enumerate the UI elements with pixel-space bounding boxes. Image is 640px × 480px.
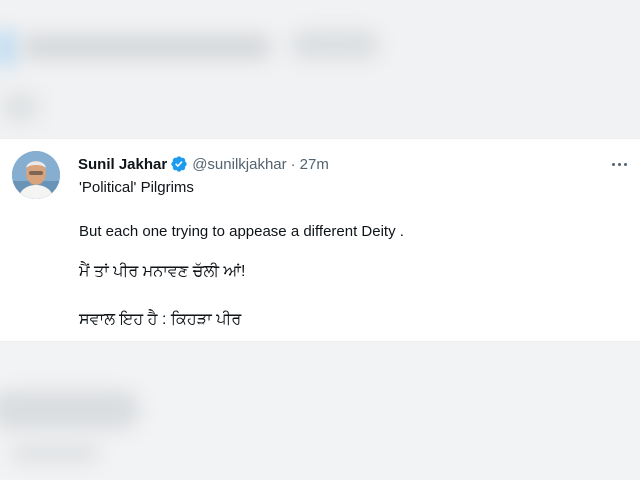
blurred-next-tweet	[0, 342, 640, 480]
author-name[interactable]: Sunil Jakhar	[78, 156, 167, 173]
tweet-header: Sunil Jakhar @sunilkjakhar · 27m	[78, 154, 329, 174]
more-horizontal-icon[interactable]	[608, 153, 630, 175]
tweet-timestamp[interactable]: 27m	[300, 156, 329, 173]
tweet-text-line-2: But each one trying to appease a differe…	[79, 223, 404, 240]
header-separator: ·	[290, 155, 296, 173]
screenshot-frame: Sunil Jakhar @sunilkjakhar · 27m 'Politi…	[0, 0, 640, 480]
tweet-text-line-4: ਸਵਾਲ ਇਹ ਹੈ : ਕਿਹੜਾ ਪੀਰ	[79, 311, 242, 328]
avatar[interactable]	[12, 151, 60, 199]
author-handle[interactable]: @sunilkjakhar	[192, 156, 286, 173]
tweet-card[interactable]: Sunil Jakhar @sunilkjakhar · 27m 'Politi…	[0, 138, 640, 342]
tweet-text-line-1: 'Political' Pilgrims	[79, 179, 194, 196]
tweet-text-line-3: ਮੈਂ ਤਾਂ ਪੀਰ ਮਨਾਵਣ ਚੱਲੀ ਆਂ!	[79, 263, 246, 280]
blurred-previous-tweet	[0, 0, 640, 138]
verified-badge-icon	[170, 155, 188, 173]
